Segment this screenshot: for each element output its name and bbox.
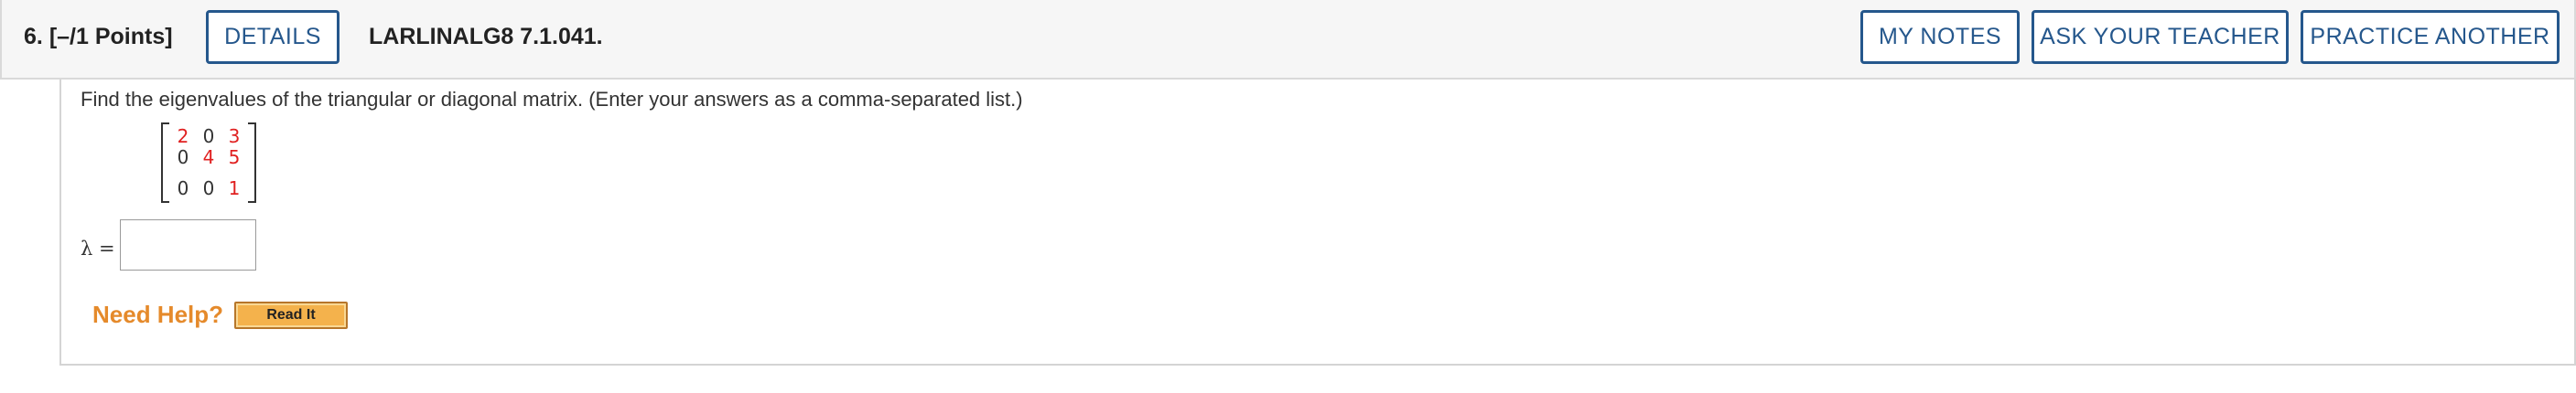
- need-help-label: Need Help?: [92, 301, 224, 328]
- my-notes-button[interactable]: MY NOTES: [1860, 10, 2020, 64]
- eigenvalues-answer-input[interactable]: [120, 219, 256, 271]
- question-content-panel: [59, 80, 2576, 366]
- matrix-cell: 0: [202, 177, 215, 199]
- matrix-left-bracket: [161, 122, 169, 203]
- question-prompt: Find the eigenvalues of the triangular o…: [81, 88, 1023, 111]
- matrix-cell: 4: [202, 146, 215, 168]
- answer-label: λ =: [81, 238, 115, 260]
- matrix-cell: 0: [177, 146, 189, 168]
- ask-your-teacher-button[interactable]: ASK YOUR TEACHER: [2032, 10, 2289, 64]
- read-it-button[interactable]: Read It: [234, 302, 348, 329]
- matrix: 2 0 3 0 4 5 0 0 1: [161, 122, 256, 203]
- matrix-cell: 5: [228, 146, 241, 168]
- matrix-cell: 2: [177, 125, 189, 147]
- question-code: LARLINALG8 7.1.041.: [369, 24, 603, 49]
- question-header: 6. [–/1 Points] DETAILS LARLINALG8 7.1.0…: [0, 0, 2576, 80]
- question-number: 6.: [24, 24, 43, 49]
- practice-another-button[interactable]: PRACTICE ANOTHER: [2301, 10, 2560, 64]
- points-label: [–/1 Points]: [49, 24, 173, 49]
- matrix-cell: 3: [228, 125, 241, 147]
- matrix-right-bracket: [248, 122, 256, 203]
- question-number-points: 6. [–/1 Points]: [24, 24, 173, 50]
- matrix-cell: 1: [228, 177, 241, 199]
- matrix-cell: 0: [202, 125, 215, 147]
- details-button[interactable]: DETAILS: [206, 10, 340, 64]
- matrix-cell: 0: [177, 177, 189, 199]
